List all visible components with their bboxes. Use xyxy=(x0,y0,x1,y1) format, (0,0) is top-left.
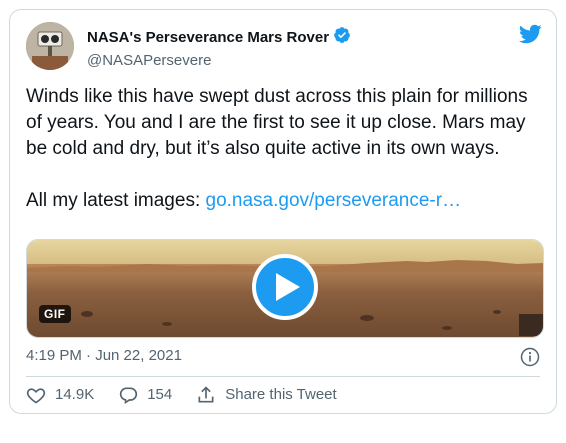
play-button[interactable] xyxy=(252,254,318,320)
share-button[interactable]: Share this Tweet xyxy=(196,385,337,405)
info-icon[interactable] xyxy=(520,347,540,367)
actions-divider xyxy=(26,376,540,377)
tweet-link[interactable]: go.nasa.gov/perseverance-r… xyxy=(206,190,462,211)
reply-count: 154 xyxy=(147,386,173,403)
tweet-actions: 14.9K 154 Share this Tweet xyxy=(26,385,337,405)
like-button[interactable]: 14.9K xyxy=(26,385,94,405)
author-names: NASA's Perseverance Mars Rover @NASAPers… xyxy=(87,26,351,71)
tweet-timestamp[interactable]: 4:19 PM · Jun 22, 2021 xyxy=(26,346,182,366)
reply-bubble-icon xyxy=(120,387,138,405)
author-display-name[interactable]: NASA's Perseverance Mars Rover xyxy=(87,28,329,48)
play-icon xyxy=(276,273,300,301)
share-icon xyxy=(198,386,214,403)
like-count: 14.9K xyxy=(55,386,95,403)
author-handle[interactable]: @NASAPersevere xyxy=(87,51,351,71)
tweet-card[interactable]: NASA's Perseverance Mars Rover @NASAPers… xyxy=(9,9,557,414)
avatar[interactable] xyxy=(26,22,74,70)
share-label[interactable]: Share this Tweet xyxy=(225,385,336,405)
tweet-paragraph-1: Winds like this have swept dust across t… xyxy=(26,86,528,159)
tweet-paragraph-2-prefix: All my latest images: xyxy=(26,190,206,211)
tweet-text: Winds like this have swept dust across t… xyxy=(26,84,546,214)
reply-button[interactable]: 154 xyxy=(118,385,172,405)
tweet-paragraph-2: All my latest images: go.nasa.gov/persev… xyxy=(26,188,546,214)
heart-icon xyxy=(26,388,46,404)
media-gif[interactable]: GIF xyxy=(26,239,544,338)
author-display-name-row[interactable]: NASA's Perseverance Mars Rover xyxy=(87,26,351,50)
gif-badge: GIF xyxy=(39,305,71,323)
tweet-header: NASA's Perseverance Mars Rover @NASAPers… xyxy=(26,22,542,72)
twitter-bird-icon[interactable] xyxy=(518,22,542,46)
verified-badge-icon xyxy=(333,26,351,50)
